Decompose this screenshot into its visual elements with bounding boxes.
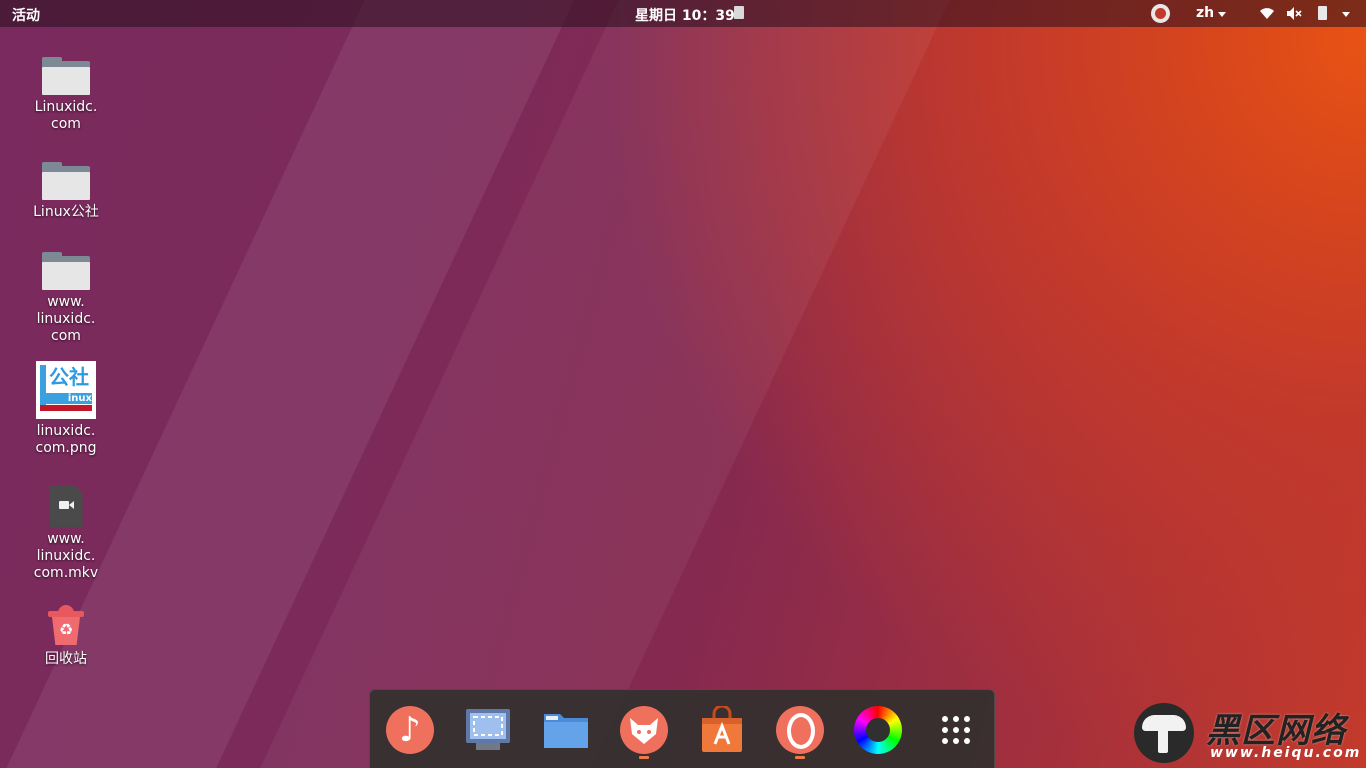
chevron-down-icon [1218,12,1226,17]
desktop-folder-linuxidc-com[interactable]: Linuxidc. com [16,57,116,133]
image-thumbnail: 公社 inux [36,361,96,419]
desktop-item-label: 回收站 [45,651,87,667]
clock[interactable]: 星期日 10：39 [635,5,735,25]
desktop-trash[interactable]: ♻ 回收站 [16,603,116,668]
app-grid-icon [942,716,970,744]
activities-button[interactable]: 活动 [12,5,40,25]
dock-music-player[interactable]: ♪ [386,706,434,754]
battery-icon[interactable] [1318,6,1327,20]
watermark: 黑区网络 www.heiqu.com [1134,703,1366,768]
desktop-item-label: Linuxidc. com [34,99,98,132]
folder-icon [42,252,90,290]
thumbnail-text: 公社 [49,365,89,389]
desktop: 活动 星期日 10：39 zh Linuxidc. com Linux公社 ww… [0,0,1366,768]
dock-firefox[interactable] [620,706,668,754]
notification-icon [734,6,744,19]
top-bar: 活动 星期日 10：39 zh [0,0,1366,27]
dock-screenshot[interactable] [464,706,512,754]
dock-software-center[interactable] [698,704,746,754]
opera-icon [776,706,824,754]
language-indicator[interactable]: zh [1196,5,1214,21]
dock-opera[interactable] [776,706,824,754]
tray-app-icon[interactable] [1151,4,1170,23]
folder-icon [544,714,588,748]
folder-icon [42,57,90,95]
running-indicator [795,756,805,759]
desktop-item-label: linuxidc. com.png [35,423,97,456]
dock-files[interactable] [542,706,590,754]
desktop-item-label: www. linuxidc. com.mkv [33,531,99,581]
volume-muted-icon[interactable] [1286,6,1303,21]
dock: ♪ [369,689,995,768]
desktop-file-linuxidc-mkv[interactable]: www. linuxidc. com.mkv [16,485,116,582]
running-indicator [639,756,649,759]
fox-icon [620,706,668,754]
video-file-icon [49,485,83,527]
screenshot-icon [466,709,510,750]
color-wheel-icon [854,706,902,754]
dock-color-picker[interactable] [854,706,902,754]
system-menu-chevron-icon[interactable] [1342,12,1350,17]
wifi-icon[interactable] [1259,6,1275,20]
trash-icon: ♻ [46,603,86,647]
folder-icon [42,162,90,200]
dock-show-applications[interactable] [932,706,980,754]
shopping-bag-icon [702,704,742,752]
desktop-item-label: Linux公社 [33,204,99,220]
music-note-icon: ♪ [386,706,434,754]
desktop-folder-linux-gongshe[interactable]: Linux公社 [16,162,116,221]
desktop-folder-www-linuxidc-com[interactable]: www. linuxidc. com [16,252,116,345]
watermark-url: www.heiqu.com [1210,745,1362,761]
mushroom-logo-icon [1134,703,1194,763]
thumbnail-subtext: inux [40,393,92,404]
desktop-item-label: www. linuxidc. com [36,294,96,344]
desktop-file-linuxidc-png[interactable]: 公社 inux linuxidc. com.png [16,361,116,457]
